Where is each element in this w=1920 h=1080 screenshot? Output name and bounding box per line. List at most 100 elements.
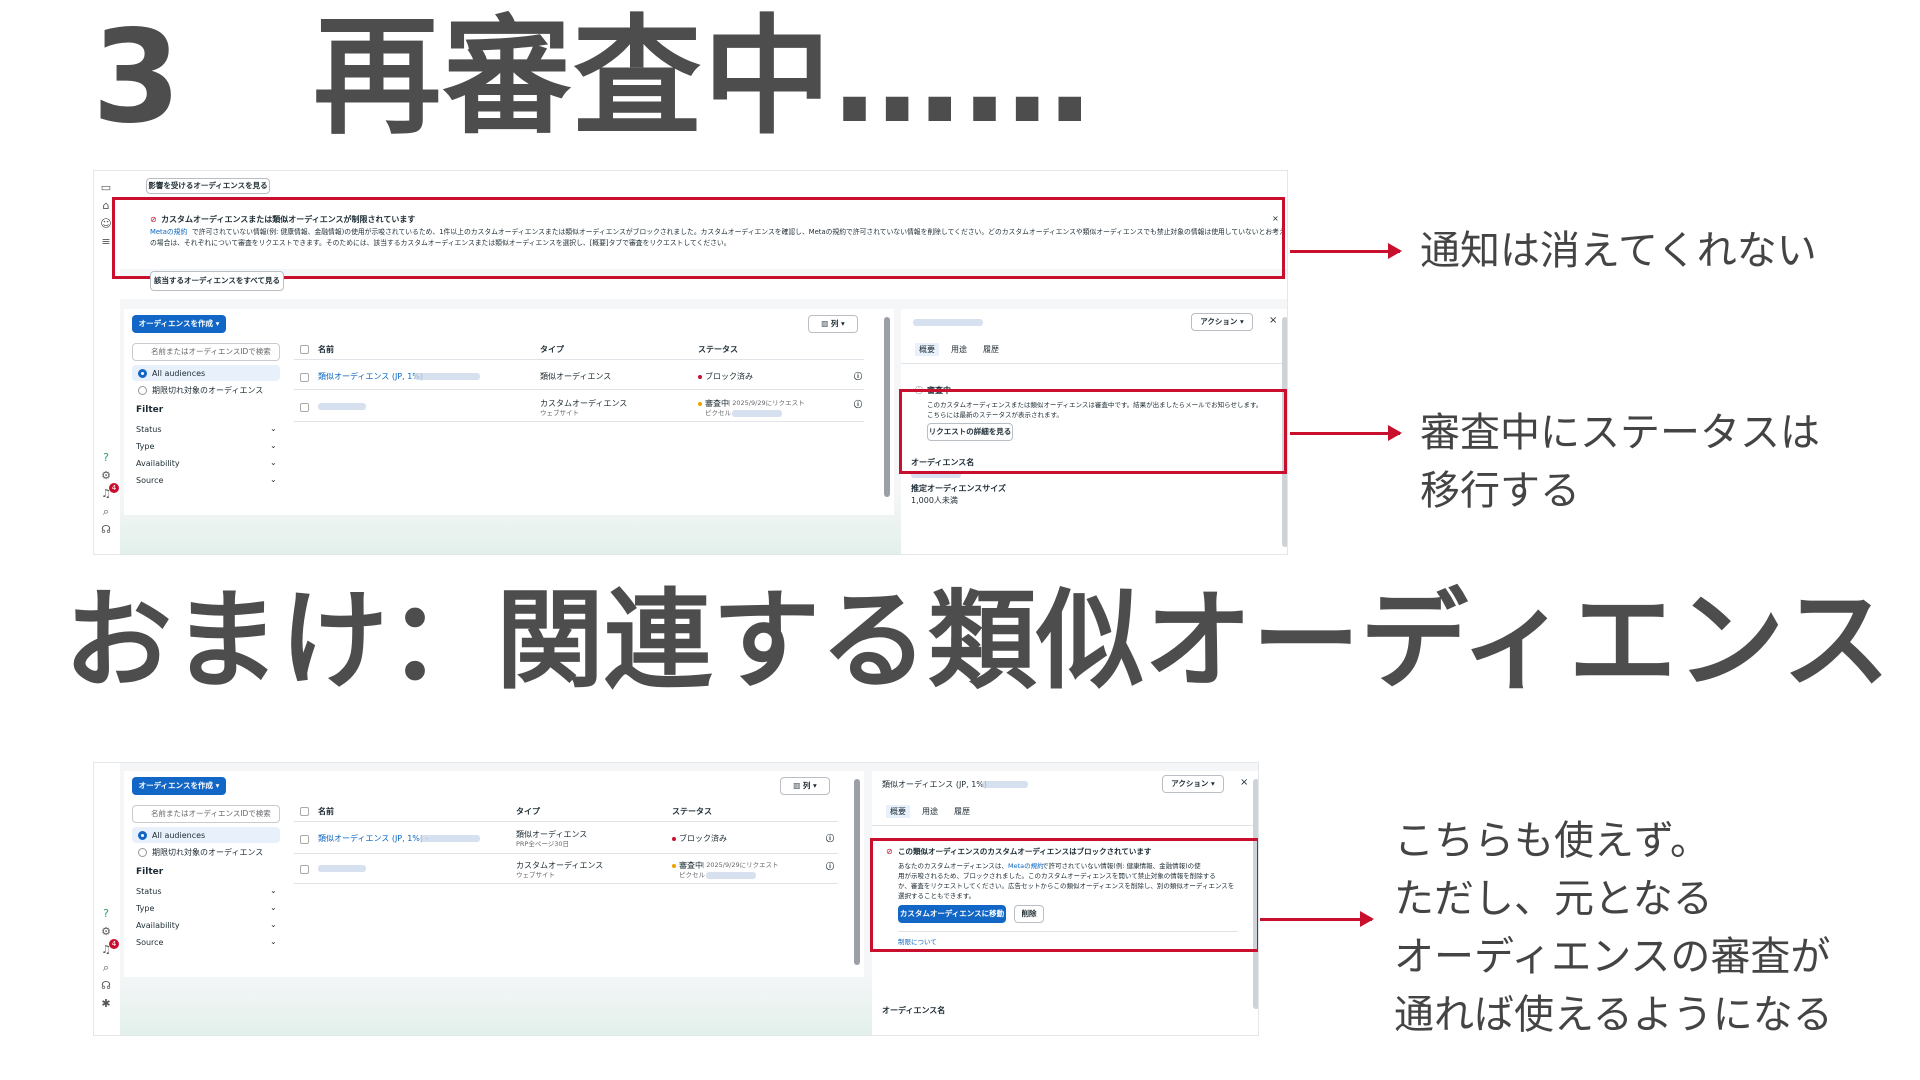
row2-status-date: | 2025/9/29にリクエスト (728, 399, 805, 407)
affected-audiences-button[interactable]: 影響を受けるオーディエンスを見る (146, 178, 270, 194)
all-audiences-label: All audiences (152, 831, 206, 840)
bug-icon[interactable]: ✱ (97, 997, 115, 1011)
create-audience-label: オーディエンスを作成 (138, 781, 213, 790)
columns-button[interactable]: ▥ 列 ▾ (808, 315, 858, 333)
column-name: 名前 (318, 345, 334, 354)
search-icon[interactable]: ⌕ (97, 961, 115, 975)
filter-availability[interactable]: Availability (136, 458, 180, 469)
row2-checkbox[interactable] (300, 865, 309, 874)
panel-title: 類似オーディエンス (JP, 1%) (882, 780, 988, 789)
tab-usage[interactable]: 用途 (922, 806, 938, 817)
screenshot-rereview: ▭ ⌂ ☺ ≡ ? ⚙ ♫ 4 ⌕ ☊ 影響を受けるオーディエンスを見る ⊘ カ… (93, 170, 1288, 555)
action-button[interactable]: アクション ▾ (1191, 313, 1253, 331)
note-lookalike-line4: 通れば使えるようになる (1394, 992, 1833, 1038)
column-status: ステータス (672, 807, 712, 816)
expiring-radio[interactable] (138, 386, 147, 395)
size-value: 1,000人未満 (911, 496, 958, 505)
section-title-related-lookalike: おまけ：関連する類似オーディエンス (64, 579, 1891, 704)
billing-icon[interactable]: ▭ (97, 181, 115, 195)
chevron-down-icon[interactable]: ⌄ (270, 936, 277, 947)
select-all-checkbox[interactable] (300, 807, 309, 816)
info-icon[interactable]: ⓘ (854, 399, 862, 410)
column-name: 名前 (318, 807, 334, 816)
columns-button[interactable]: ▥ 列 ▾ (780, 777, 830, 795)
info-icon[interactable]: ⓘ (854, 371, 862, 382)
help-icon[interactable]: ? (97, 451, 115, 465)
expiring-label: 期限切れ対象のオーディエンス (152, 386, 264, 395)
chevron-down-icon[interactable]: ⌄ (270, 885, 277, 896)
row1-name[interactable]: 類似オーディエンス (JP, 1%) (318, 371, 423, 382)
tab-history[interactable]: 履歴 (983, 344, 999, 355)
create-audience-button[interactable]: オーディエンスを作成 ▾ (132, 315, 226, 333)
columns-label: 列 (802, 781, 811, 790)
close-icon[interactable]: × (1240, 777, 1248, 788)
row2-checkbox[interactable] (300, 403, 309, 412)
status-dot-red (672, 837, 676, 841)
row2-type-sub: ウェブサイト (516, 871, 555, 879)
tab-usage[interactable]: 用途 (951, 344, 967, 355)
support-icon[interactable]: ☊ (97, 979, 115, 993)
gear-icon[interactable]: ⚙ (97, 925, 115, 939)
row1-status: ブロック済み (705, 372, 753, 381)
filter-status[interactable]: Status (136, 886, 162, 897)
redacted-title (982, 781, 1028, 788)
tab-history[interactable]: 履歴 (954, 806, 970, 817)
scrollbar[interactable] (884, 317, 890, 497)
filter-availability[interactable]: Availability (136, 920, 180, 931)
filter-heading: Filter (136, 867, 164, 877)
all-audiences-radio[interactable] (138, 831, 147, 840)
filter-type[interactable]: Type (136, 441, 154, 452)
info-icon[interactable]: ⓘ (826, 833, 834, 844)
filter-status[interactable]: Status (136, 424, 162, 435)
row1-checkbox[interactable] (300, 373, 309, 382)
chevron-down-icon[interactable]: ⌄ (270, 474, 277, 485)
select-all-checkbox[interactable] (300, 345, 309, 354)
chevron-down-icon[interactable]: ⌄ (270, 423, 277, 434)
action-label: アクション (1171, 779, 1209, 788)
support-icon[interactable]: ☊ (97, 523, 115, 537)
row1-checkbox[interactable] (300, 835, 309, 844)
tab-overview[interactable]: 概要 (915, 343, 939, 356)
left-rail: ? ⚙ ♫ 4 ⌕ ☊ ✱ (94, 763, 120, 1035)
screenshot-lookalike: ? ⚙ ♫ 4 ⌕ ☊ ✱ オーディエンスを作成 ▾ ▥ 列 ▾ 名前またはオー… (93, 762, 1259, 1036)
tab-overview[interactable]: 概要 (886, 805, 910, 818)
chevron-down-icon[interactable]: ⌄ (270, 902, 277, 913)
row1-status: ブロック済み (679, 834, 727, 843)
arrow-note2 (1290, 425, 1402, 441)
highlight-review (899, 389, 1287, 474)
filter-source[interactable]: Source (136, 475, 163, 486)
info-icon[interactable]: ⓘ (826, 861, 834, 872)
search-input[interactable]: 名前またはオーディエンスIDで検索 (132, 343, 280, 361)
help-icon[interactable]: ? (97, 907, 115, 921)
create-audience-label: オーディエンスを作成 (138, 319, 213, 328)
chevron-down-icon[interactable]: ⌄ (270, 919, 277, 930)
gear-icon[interactable]: ⚙ (97, 469, 115, 483)
row1-name[interactable]: 類似オーディエンス (JP, 1%) - (318, 833, 428, 844)
chevron-down-icon[interactable]: ⌄ (270, 440, 277, 451)
search-icon[interactable]: ⌕ (97, 505, 115, 519)
column-type: タイプ (516, 807, 540, 816)
filter-type[interactable]: Type (136, 903, 154, 914)
see-all-affected-button[interactable]: 該当するオーディエンスをすべて見る (150, 271, 284, 291)
scrollbar[interactable] (854, 779, 860, 965)
column-type: タイプ (540, 345, 564, 354)
all-audiences-radio[interactable] (138, 369, 147, 378)
row2-status-sub: ピクセル (705, 409, 731, 417)
row1-type: 類似オーディエンス (540, 372, 612, 381)
action-button[interactable]: アクション ▾ (1162, 775, 1224, 793)
highlight-blocked (870, 838, 1258, 952)
size-label: 推定オーディエンスサイズ (911, 484, 1007, 493)
create-audience-button[interactable]: オーディエンスを作成 ▾ (132, 777, 226, 795)
note-lookalike-line1: こちらも使えず。 (1394, 818, 1710, 864)
filter-source[interactable]: Source (136, 937, 163, 948)
audience-list-pane: オーディエンスを作成 ▾ ▥ 列 ▾ 名前またはオーディエンスIDで検索 All… (124, 771, 864, 977)
close-icon[interactable]: × (1269, 315, 1277, 326)
chevron-down-icon[interactable]: ⌄ (270, 457, 277, 468)
note-status-line1: 審査中にステータスは (1420, 410, 1820, 456)
notification-badge: 4 (109, 939, 119, 949)
columns-label: 列 (830, 319, 839, 328)
search-input[interactable]: 名前またはオーディエンスIDで検索 (132, 805, 280, 823)
redacted-pixel (706, 872, 756, 879)
note-notification-persists: 通知は消えてくれない (1420, 228, 1817, 274)
expiring-radio[interactable] (138, 848, 147, 857)
